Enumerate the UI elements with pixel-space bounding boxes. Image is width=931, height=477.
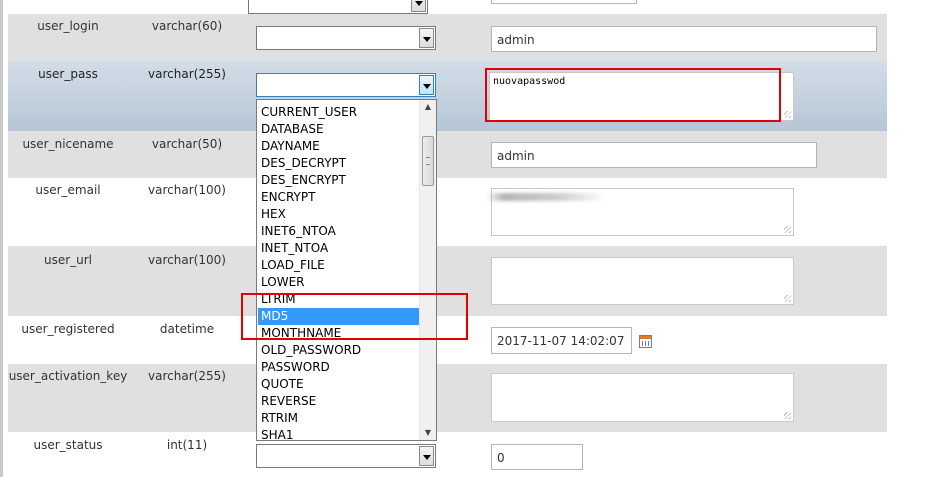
field-name: user_pass <box>38 67 98 81</box>
field-type: varchar(255) <box>148 67 226 81</box>
dropdown-option[interactable]: DATABASE <box>258 121 419 138</box>
field-type: varchar(100) <box>148 183 226 197</box>
field-type: int(11) <box>166 438 208 452</box>
redacted-email <box>486 193 606 201</box>
left-border <box>0 0 3 477</box>
dropdown-arrow-icon <box>411 0 426 12</box>
dropdown-option[interactable]: PASSWORD <box>258 359 419 376</box>
dropdown-option[interactable]: RTRIM <box>258 410 419 427</box>
field-type: varchar(50) <box>151 137 223 151</box>
table-row-partial <box>8 0 887 14</box>
field-type: datetime <box>159 322 215 336</box>
value-textarea[interactable] <box>491 257 794 305</box>
field-type: varchar(255) <box>148 369 226 383</box>
resize-grip-icon[interactable] <box>784 226 791 233</box>
dropdown-option[interactable]: QUOTE <box>258 376 419 393</box>
dropdown-option[interactable]: LOAD_FILE <box>258 257 419 274</box>
annotation-box-md5 <box>241 293 468 340</box>
function-select[interactable] <box>256 444 436 468</box>
dropdown-option[interactable]: OLD_PASSWORD <box>258 342 419 359</box>
value-input[interactable]: admin <box>491 142 817 168</box>
field-name: user_nicename <box>22 137 114 151</box>
value-input[interactable]: 0 <box>491 444 583 470</box>
dropdown-option[interactable]: CURRENT_USER <box>258 104 419 121</box>
dropdown-arrow-icon <box>419 28 434 48</box>
dropdown-scrollbar[interactable]: ▲ ▼ <box>419 100 436 440</box>
function-select-partial[interactable] <box>248 0 428 14</box>
scroll-down-icon[interactable]: ▼ <box>422 427 434 439</box>
function-select-open[interactable] <box>256 73 436 97</box>
value-textarea[interactable] <box>491 373 794 422</box>
dropdown-option[interactable]: DES_ENCRYPT <box>258 172 419 189</box>
function-select[interactable] <box>256 26 436 50</box>
datetime-input[interactable]: 2017-11-07 14:02:07 <box>491 327 632 354</box>
dropdown-option[interactable]: ENCRYPT <box>258 189 419 206</box>
field-type: varchar(60) <box>151 19 223 33</box>
field-name: user_registered <box>21 322 115 336</box>
value-input[interactable]: admin <box>491 26 877 52</box>
dropdown-option[interactable]: DES_DECRYPT <box>258 155 419 172</box>
dropdown-option[interactable]: REVERSE <box>258 393 419 410</box>
table-row: user_status int(11) <box>8 432 887 477</box>
dropdown-option[interactable]: INET6_NTOA <box>258 223 419 240</box>
dropdown-arrow-icon <box>419 75 434 95</box>
dropdown-option[interactable]: SHA1 <box>258 427 419 440</box>
function-dropdown-list[interactable]: CURRENT_USER DATABASE DAYNAME DES_DECRYP… <box>256 99 437 441</box>
field-type: varchar(100) <box>148 253 226 267</box>
dropdown-arrow-icon <box>419 446 434 466</box>
field-name: user_email <box>35 183 101 197</box>
dropdown-option[interactable]: HEX <box>258 206 419 223</box>
resize-grip-icon[interactable] <box>784 412 791 419</box>
value-input-partial[interactable] <box>491 0 637 4</box>
resize-grip-icon[interactable] <box>784 295 791 302</box>
scroll-up-icon[interactable]: ▲ <box>422 101 434 113</box>
dropdown-option[interactable]: LOWER <box>258 274 419 291</box>
scroll-thumb[interactable] <box>422 136 434 186</box>
annotation-box-password <box>485 68 781 122</box>
field-name: user_url <box>43 253 93 267</box>
resize-grip-icon[interactable] <box>784 111 791 118</box>
calendar-icon[interactable] <box>639 335 652 348</box>
field-name: user_login <box>37 19 99 33</box>
dropdown-option[interactable]: DAYNAME <box>258 138 419 155</box>
field-name: user_status <box>33 438 103 452</box>
field-name: user_activation_key <box>8 369 128 383</box>
dropdown-option[interactable]: INET_NTOA <box>258 240 419 257</box>
